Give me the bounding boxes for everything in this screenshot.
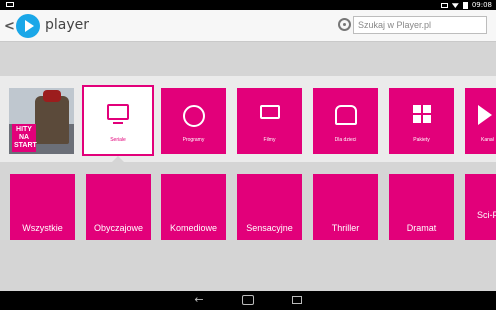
selection-pointer [112, 156, 124, 162]
category-label: Dla dzieci [334, 137, 357, 143]
category-tile-filmy[interactable]: Filmy [237, 88, 302, 154]
genre-label: Dramat [406, 223, 437, 233]
genre-label: Wszystkie [22, 223, 63, 233]
genre-tile-sensacyjne[interactable]: Sensacyjne [237, 174, 302, 240]
promo-robot-image [35, 96, 69, 144]
promo-label: HITY NA START [12, 124, 37, 152]
back-chevron-icon[interactable]: < [4, 19, 15, 34]
category-tile-seriale[interactable]: Seriale [82, 85, 154, 156]
wifi-icon [451, 3, 459, 8]
recent-apps-icon[interactable] [290, 294, 304, 306]
search-input[interactable]: Szukaj w Player.pl [353, 16, 487, 34]
promo-robot-head [43, 90, 61, 102]
status-left [6, 1, 14, 9]
play-logo-icon [25, 20, 34, 32]
notification-image-icon [6, 2, 14, 7]
genre-tile-wszystkie[interactable]: Wszystkie [10, 174, 75, 240]
back-nav-icon[interactable]: ← [192, 294, 206, 306]
genre-label: Sci-Fant [477, 210, 496, 220]
movie-camera-icon [259, 105, 280, 119]
recent-shape [292, 296, 302, 304]
app-title: player [45, 17, 90, 33]
genre-tile-obyczajowe[interactable]: Obyczajowe [86, 174, 151, 240]
category-label: Kanał [481, 137, 494, 143]
genre-tile-dramat[interactable]: Dramat [389, 174, 454, 240]
genre-tile-sci-fant[interactable]: Sci-Fant [465, 174, 496, 240]
genre-label: Komediowe [169, 223, 218, 233]
category-tile-programy[interactable]: Programy [161, 88, 226, 154]
home-shape [242, 295, 254, 305]
navigation-bar: ← [0, 291, 496, 310]
kids-icon [334, 105, 357, 125]
play-icon [478, 105, 492, 125]
genre-label: Sensacyjne [246, 223, 293, 233]
genre-tile-komediowe[interactable]: Komediowe [161, 174, 226, 240]
grid-icon [412, 105, 431, 123]
status-bar: 09:08 [0, 0, 496, 10]
category-tile-pakiety[interactable]: Pakiety [389, 88, 454, 154]
genre-label: Thriller [331, 223, 360, 233]
refresh-icon[interactable] [338, 18, 351, 31]
category-label: Programy [182, 137, 205, 143]
category-label: Filmy [263, 137, 276, 143]
battery-icon [462, 1, 468, 9]
film-reel-icon [182, 105, 205, 127]
category-label: Seriale [110, 137, 126, 143]
status-time: 09:08 [471, 1, 492, 9]
category-tile-dla-dzieci[interactable]: Dla dzieci [313, 88, 378, 154]
app-bar: < player Szukaj w Player.pl [0, 10, 496, 42]
tv-icon [107, 104, 129, 124]
genre-tile-thriller[interactable]: Thriller [313, 174, 378, 240]
home-nav-icon[interactable] [241, 294, 255, 306]
image-icon [440, 2, 448, 8]
category-tile-kanal[interactable]: Kanał [465, 88, 496, 154]
player-logo[interactable] [16, 14, 40, 38]
genre-label: Obyczajowe [93, 223, 144, 233]
category-label: Pakiety [413, 137, 430, 143]
promo-tile[interactable]: HITY NA START [9, 88, 74, 154]
status-right: 09:08 [440, 1, 492, 9]
